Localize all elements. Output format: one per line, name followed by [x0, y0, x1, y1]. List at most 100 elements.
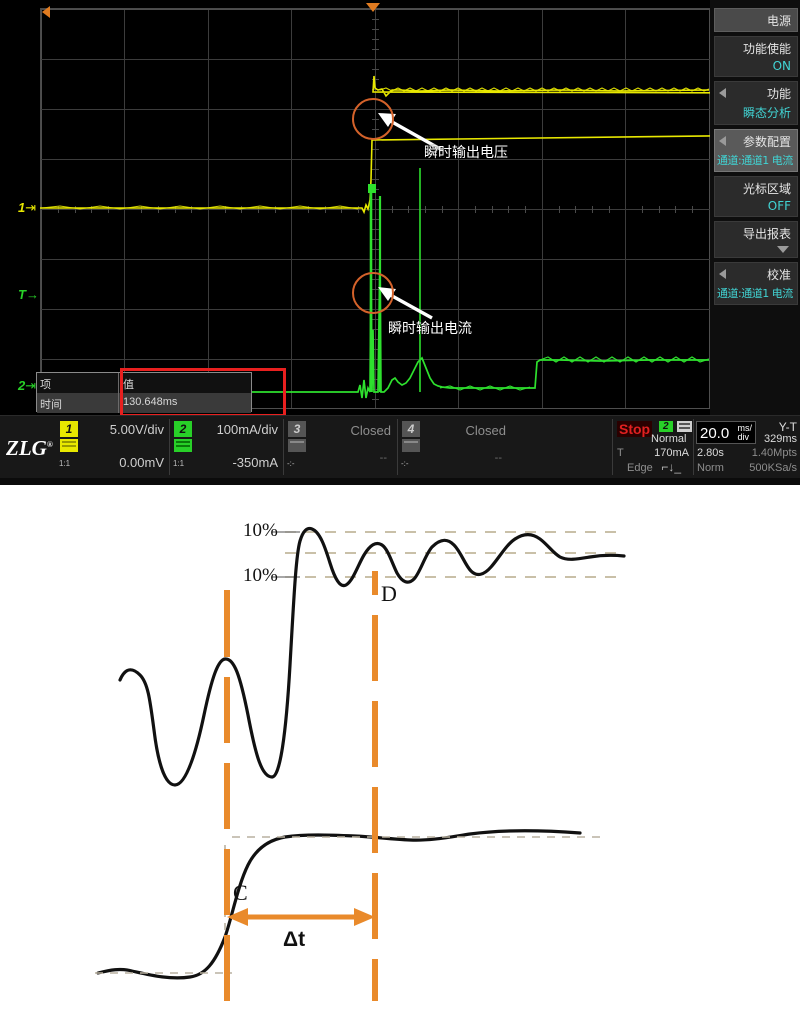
menu-item-function-enable[interactable]: 功能使能 ON: [714, 36, 798, 77]
brand-logo-text: ZLG: [6, 436, 47, 460]
channel-4-scale: Closed: [465, 423, 506, 438]
chevron-down-icon[interactable]: [777, 246, 789, 253]
timebase-delay: 329ms: [763, 433, 797, 445]
waveform-traces: [40, 75, 710, 399]
delta-t-arrow: [227, 908, 375, 926]
timebase-format: Y-T: [778, 420, 797, 434]
menu-item-export-report[interactable]: 导出报表: [714, 221, 798, 258]
channel-3-offset: --: [379, 452, 387, 464]
menu-item-parameter-config-label: 参数配置: [742, 135, 791, 149]
brand-logo-reg: ®: [46, 440, 53, 449]
trigger-level-marker[interactable]: T→: [18, 287, 39, 302]
acquisition-mode: Norm: [697, 462, 724, 474]
point-d-label: D: [381, 581, 397, 606]
memory-depth: 1.40Mpts: [751, 447, 797, 459]
measurement-row-value: 130.648ms: [123, 396, 178, 408]
trigger-level-value: 170mA: [654, 447, 689, 459]
transient-response-diagram: 10% 10% D C Δt: [0, 485, 800, 1025]
channel-4-status[interactable]: 4 -:- Closed --: [398, 419, 512, 475]
menu-item-export-report-label: 导出报表: [742, 227, 791, 241]
delta-t-label: Δt: [283, 928, 306, 951]
channel-4-coupling-icon: [402, 439, 420, 452]
menu-item-function-value: 瞬态分析: [742, 106, 791, 120]
menu-title-power[interactable]: 电源: [714, 8, 798, 32]
annotation-circle-voltage: [352, 98, 394, 140]
measurement-row-item: 时间: [37, 393, 119, 413]
chevron-left-icon: [719, 136, 726, 146]
run-stop-status[interactable]: Stop: [617, 421, 653, 437]
timebase-scale-value: 20.0: [700, 425, 730, 442]
trigger-sweep-mode: Normal: [651, 433, 687, 445]
trigger-status-block[interactable]: Stop 2 Normal T 170mA Edge ⌐↓_: [612, 419, 694, 475]
menu-item-parameter-config[interactable]: 参数配置 通道:通道1 电流: [714, 129, 798, 172]
menu-item-cursor-area[interactable]: 光标区域 OFF: [714, 176, 798, 217]
menu-item-function-enable-value: ON: [772, 59, 791, 73]
annotation-circle-current: [352, 272, 394, 314]
channel-2-scale: 100mA/div: [216, 422, 278, 437]
menu-item-cursor-area-label: 光标区域: [742, 182, 791, 196]
menu-item-function-label: 功能: [766, 87, 791, 101]
channel-1-status[interactable]: 1 1:1 5.00V/div 0.00mV: [56, 419, 170, 475]
trigger-coupling-icon: [677, 421, 692, 432]
trigger-type: Edge: [627, 462, 653, 474]
channel-2-badge: 2: [174, 421, 192, 437]
status-bar: ZLG® 1 1:1 5.00V/div 0.00mV 2 1:1 100mA/…: [0, 415, 800, 478]
channel-3-badge: 3: [288, 421, 306, 437]
point-c-label: C: [233, 880, 248, 905]
chevron-left-icon: [719, 88, 726, 98]
scope-waveform-screen[interactable]: 1⇥ T→ 2⇥ 瞬时输出电压 瞬时输出电流 项 值 时间 130.648ms: [0, 0, 710, 417]
upper-threshold-label: 10%: [243, 520, 278, 541]
annotation-label-current: 瞬时输出电流: [388, 321, 472, 337]
timebase-scale-box[interactable]: 20.0 ms/ div: [696, 421, 756, 444]
channel-1-offset: 0.00mV: [119, 455, 164, 470]
menu-item-function[interactable]: 功能 瞬态分析: [714, 81, 798, 125]
menu-item-cursor-area-value: OFF: [767, 199, 791, 213]
channel-3-status[interactable]: 3 -:- Closed --: [284, 419, 398, 475]
memory-time: 2.80s: [697, 447, 724, 459]
table-row: 时间 130.648ms: [37, 393, 251, 413]
timebase-scale-unit: ms/ div: [738, 424, 753, 442]
annotation-label-voltage: 瞬时输出电压: [424, 145, 508, 161]
channel-2-coupling-icon: [174, 439, 192, 452]
brand-logo: ZLG®: [6, 436, 53, 461]
channel-3-scale: Closed: [350, 423, 391, 438]
timebase-status-block[interactable]: 20.0 ms/ div Y-T 329ms 2.80s 1.40Mpts No…: [694, 419, 800, 475]
trigger-source-badge: 2: [659, 421, 673, 432]
channel-1-coupling-icon: [60, 439, 78, 452]
sample-rate: 500KSa/s: [749, 462, 797, 474]
trigger-level-label: T: [617, 447, 624, 459]
channel-4-ratio: -:-: [401, 459, 409, 468]
memory-position-marker[interactable]: [42, 6, 50, 18]
channel-1-scale: 5.00V/div: [109, 422, 164, 437]
measurement-header-item: 项: [37, 373, 119, 393]
oscilloscope-window: 1⇥ T→ 2⇥ 瞬时输出电压 瞬时输出电流 项 值 时间 130.648ms: [0, 0, 800, 485]
trigger-position-marker[interactable]: [366, 3, 380, 12]
channel-1-badge: 1: [60, 421, 78, 437]
measurement-header-value: 值: [123, 379, 134, 391]
ch2-position-marker[interactable]: 2⇥: [18, 378, 36, 394]
measurement-table[interactable]: 项 值 时间 130.648ms: [36, 372, 252, 413]
trigger-slope-icon: ⌐↓_: [661, 460, 681, 474]
channel-4-badge: 4: [402, 421, 420, 437]
channel-4-offset: --: [494, 452, 502, 464]
channel-3-coupling-icon: [288, 439, 306, 452]
menu-title-label: 电源: [766, 14, 791, 28]
channel-2-ratio: 1:1: [173, 459, 185, 468]
menu-item-function-enable-label: 功能使能: [742, 42, 791, 56]
channel-2-offset: -350mA: [232, 455, 278, 470]
chevron-left-icon: [719, 269, 726, 279]
menu-item-calibration[interactable]: 校准 通道:通道1 电流: [714, 262, 798, 305]
measurement-table-header-row: 项 值: [37, 373, 251, 393]
diagram-svg: [95, 526, 626, 1001]
side-menu-panel[interactable]: 电源 功能使能 ON 功能 瞬态分析 参数配置 通道:通道1 电流 光标区域 O…: [710, 0, 800, 415]
lower-threshold-label: 10%: [243, 565, 278, 586]
menu-item-parameter-config-value: 通道:通道1 电流: [717, 154, 793, 167]
channel-2-status[interactable]: 2 1:1 100mA/div -350mA: [170, 419, 284, 475]
ch1-position-marker[interactable]: 1⇥: [18, 200, 36, 216]
timebase-scale-unit-bottom: div: [737, 432, 750, 442]
menu-item-calibration-label: 校准: [766, 268, 791, 282]
trigger-marker-label: T: [18, 287, 26, 302]
channel-1-ratio: 1:1: [59, 459, 71, 468]
channel-3-ratio: -:-: [287, 459, 295, 468]
menu-item-calibration-value: 通道:通道1 电流: [717, 287, 793, 300]
